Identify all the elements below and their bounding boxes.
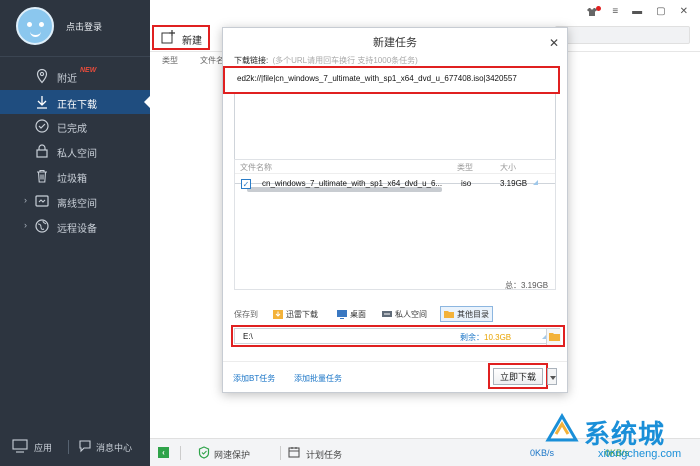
sidebar-item-label: 正在下载 — [57, 100, 97, 111]
sidebar-item-label: 附近 — [57, 74, 77, 85]
file-name: cn_windows_7_ultimate_with_sp1_x64_dvd_u… — [262, 179, 443, 188]
close-icon[interactable]: ✕ — [680, 6, 688, 17]
minimize-icon[interactable]: ▬ — [632, 6, 642, 17]
sidebar-item-label: 私人空间 — [57, 149, 97, 160]
add-batch-task-link[interactable]: 添加批量任务 — [294, 373, 342, 384]
divider — [68, 440, 69, 454]
divider — [180, 446, 181, 460]
new-task-label: 新建 — [182, 36, 202, 47]
dialog-title: 新建任务 — [373, 37, 417, 49]
private-space-icon — [382, 311, 392, 317]
sidebar-item-label: 已完成 — [57, 124, 87, 135]
new-task-dialog: 新建任务 ✕ 下载链接: (多个URL请用回车换行 支持1000条任务) ed2… — [222, 27, 568, 393]
sidebar-item-trash[interactable]: 垃圾箱 — [0, 164, 150, 188]
close-icon[interactable]: ✕ — [549, 36, 559, 50]
file-checkbox[interactable]: ✓ — [241, 179, 251, 189]
download-now-button[interactable]: 立即下载 — [493, 368, 543, 385]
link-value[interactable]: ed2k://|file|cn_windows_7_ultimate_with_… — [237, 74, 551, 83]
maximize-icon[interactable]: ▢ — [656, 6, 665, 17]
search-input[interactable] — [555, 26, 690, 44]
sidebar-item-label: 离线空间 — [57, 199, 97, 210]
column-type[interactable]: 类型 — [162, 55, 178, 66]
apps-icon[interactable] — [12, 439, 28, 453]
add-bt-task-link[interactable]: 添加BT任务 — [233, 373, 275, 384]
sidebar: 点击登录 附近 NEW 正在下载 已完成 私人空间 垃圾箱 › 离线空间 › 远… — [0, 0, 150, 466]
file-type: iso — [461, 179, 472, 188]
monitor-icon — [337, 310, 347, 319]
lock-icon — [36, 144, 48, 158]
save-to-row: 保存到 迅雷下载 桌面 私人空间 其他目录 — [234, 306, 564, 324]
folder-download-icon — [273, 310, 283, 319]
avatar-mouth — [30, 31, 41, 37]
save-option-label: 私人空间 — [395, 309, 427, 319]
save-option-label: 其他目录 — [457, 309, 489, 319]
scheduled-task-label[interactable]: 计划任务 — [306, 448, 342, 461]
plus-icon — [161, 30, 175, 44]
sidebar-item-label: 远程设备 — [57, 224, 97, 235]
calendar-icon[interactable] — [288, 446, 300, 458]
save-to-label: 保存到 — [234, 310, 258, 319]
window-controls: ≡ ▬ ▢ ✕ — [586, 6, 688, 17]
avatar-eye — [27, 22, 32, 27]
chevron-right-icon[interactable]: › — [24, 220, 27, 230]
path-highlight — [231, 325, 565, 347]
divider — [223, 361, 567, 362]
sidebar-item-remote-device[interactable]: › 远程设备 — [0, 214, 150, 238]
sidebar-item-offline-space[interactable]: › 离线空间 — [0, 189, 150, 213]
message-icon[interactable] — [78, 439, 92, 453]
save-option-other[interactable]: 其他目录 — [440, 306, 493, 322]
file-size: 3.19GB — [500, 179, 528, 188]
sidebar-item-label: 垃圾箱 — [57, 174, 87, 185]
new-task-button[interactable]: 新建 — [152, 25, 210, 50]
watermark-title: 系统城 — [584, 419, 666, 449]
avatar-eye — [39, 22, 44, 27]
check-circle-icon — [35, 119, 49, 133]
sidebar-item-private-space[interactable]: 私人空间 — [0, 139, 150, 163]
folder-icon — [444, 311, 454, 318]
header-type[interactable]: 类型 — [457, 162, 473, 173]
download-arrow-icon — [37, 96, 47, 109]
link-label: 下载链接: (多个URL请用回车换行 支持1000条任务) — [234, 55, 418, 66]
apps-label[interactable]: 应用 — [34, 441, 52, 454]
net-protect-label[interactable]: 网速保护 — [214, 448, 250, 461]
save-option-xunlei[interactable]: 迅雷下载 — [270, 306, 321, 322]
globe-icon — [35, 219, 49, 233]
file-list: 文件名称 类型 大小 ✓ cn_windows_7_ultimate_with_… — [234, 159, 556, 290]
file-total: 总：3.19GB — [505, 281, 549, 290]
divider — [0, 56, 150, 57]
location-pin-icon — [36, 68, 48, 84]
sidebar-item-completed[interactable]: 已完成 — [0, 114, 150, 138]
header-name[interactable]: 文件名称 — [240, 162, 272, 173]
sidebar-item-downloading[interactable]: 正在下载 — [0, 90, 150, 114]
message-center-label[interactable]: 消息中心 — [96, 441, 132, 454]
back-icon[interactable]: ‹ — [158, 447, 169, 458]
divider — [280, 446, 281, 460]
new-badge: NEW — [80, 67, 97, 74]
file-row[interactable]: ✓ cn_windows_7_ultimate_with_sp1_x64_dvd… — [235, 176, 555, 192]
offline-space-icon — [35, 195, 49, 207]
column-file[interactable]: 文件名 — [200, 55, 224, 66]
chevron-right-icon[interactable]: › — [24, 195, 27, 205]
login-link[interactable]: 点击登录 — [66, 20, 102, 33]
save-option-label: 桌面 — [350, 309, 366, 319]
sidebar-item-nearby[interactable]: 附近 NEW — [0, 64, 150, 88]
trash-icon — [37, 169, 47, 183]
file-list-header: 文件名称 类型 大小 — [235, 160, 555, 174]
save-option-label: 迅雷下载 — [286, 309, 318, 319]
header-size[interactable]: 大小 — [500, 162, 516, 173]
link-hint: (多个URL请用回车换行 支持1000条任务) — [272, 56, 418, 65]
shield-icon[interactable] — [198, 446, 210, 459]
sidebar-bottom: 应用 消息中心 — [0, 432, 150, 462]
watermark: 系统城 xitongcheng.com — [540, 410, 700, 466]
resize-corner-icon — [533, 180, 538, 185]
link-label-text: 下载链接: — [234, 56, 269, 65]
menu-icon[interactable]: ≡ — [612, 6, 618, 17]
shirt-skin-icon[interactable] — [586, 7, 598, 17]
save-option-desktop[interactable]: 桌面 — [334, 306, 369, 322]
watermark-sub: xitongcheng.com — [598, 448, 682, 460]
download-options-dropdown[interactable] — [547, 368, 557, 385]
save-option-private[interactable]: 私人空间 — [379, 306, 430, 322]
watermark-logo-icon — [545, 413, 579, 442]
avatar[interactable] — [16, 7, 54, 45]
